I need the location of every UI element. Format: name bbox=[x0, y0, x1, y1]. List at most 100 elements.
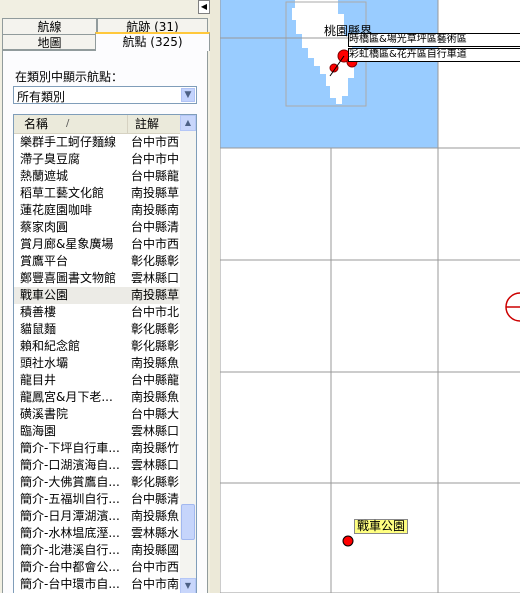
list-item[interactable]: 樂群手工蚵仔麵線 台中市西 bbox=[14, 134, 181, 151]
list-header: 名稱 / 註解 bbox=[14, 115, 181, 134]
vertical-scrollbar[interactable]: ▲ ▼ bbox=[180, 115, 196, 593]
waypoint-name: 簡介-五福圳自行... bbox=[20, 492, 120, 506]
waypoint-note: 南投縣國 bbox=[131, 543, 180, 557]
column-header-name[interactable]: 名稱 bbox=[14, 115, 128, 133]
waypoint-note: 台中縣大 bbox=[131, 407, 180, 421]
category-select[interactable]: 所有類別 ▼ bbox=[13, 86, 197, 104]
waypoint-note: 彰化縣彰 bbox=[131, 475, 180, 489]
map-canvas[interactable] bbox=[220, 0, 520, 593]
selected-waypoint-label: 戰車公園 bbox=[354, 519, 409, 534]
waypoint-name: 簡介-台中環市自... bbox=[20, 577, 120, 591]
waypoint-note: 彰化縣彰 bbox=[131, 339, 180, 353]
waypoint-name: 賴和紀念館 bbox=[20, 339, 81, 353]
list-item[interactable]: 賴和紀念館 彰化縣彰 bbox=[14, 338, 181, 355]
list-item[interactable]: 賞月廊&星象廣場 台中市西 bbox=[14, 236, 181, 253]
list-item[interactable]: 龍鳳宮&月下老... 南投縣魚 bbox=[14, 389, 181, 406]
waypoint-name: 戰車公園 bbox=[20, 288, 69, 302]
waypoint-note: 南投縣魚 bbox=[131, 390, 180, 404]
category-select-value: 所有類別 bbox=[17, 90, 66, 104]
list-rows: 樂群手工蚵仔麵線 台中市西 滯子臭豆腐 台中市中 熱蘭遮城 台中縣龍 稻草工藝文化館 南投縣草… bbox=[14, 134, 181, 593]
list-item[interactable]: 簡介-大佛賞鷹自... 彰化縣彰 bbox=[14, 474, 181, 491]
waypoint-name: 磺溪書院 bbox=[20, 407, 69, 421]
tab-map[interactable]: 地圖 bbox=[2, 34, 97, 50]
list-item[interactable]: 賞鷹平台 彰化縣彰 bbox=[14, 253, 181, 270]
map-view[interactable]: 桃園縣界 時橋區&場光草坪區藝術區 彩虹橋區&花卉區自行車道 戰車公園 #125… bbox=[220, 0, 520, 593]
list-item[interactable]: 簡介-日月潭湖濱... 南投縣魚 bbox=[14, 508, 181, 525]
list-item[interactable]: 簡介-台中環市自... 台中市南 bbox=[14, 576, 181, 593]
list-item[interactable]: 戰車公園 南投縣草 bbox=[14, 287, 181, 304]
left-panel: ◀ 航線 航跡 (31) 地圖 航點 (325) 在類別中顯示航點： 所有類別 … bbox=[0, 0, 210, 593]
column-header-note[interactable]: 註解 bbox=[129, 115, 181, 133]
waypoint-note: 雲林縣水 bbox=[131, 526, 180, 540]
waypoint-name: 簡介-台中都會公... bbox=[20, 560, 120, 574]
waypoint-name: 熱蘭遮城 bbox=[20, 169, 69, 183]
sort-indicator-icon: / bbox=[66, 118, 70, 129]
waypoint-note: 台中市中 bbox=[131, 152, 180, 166]
waypoint-note: 台中市西 bbox=[131, 135, 180, 149]
waypoint-name: 簡介-北港溪自行... bbox=[20, 543, 120, 557]
list-item[interactable]: 龍目井 台中縣龍 bbox=[14, 372, 181, 389]
list-item[interactable]: 滯子臭豆腐 台中市中 bbox=[14, 151, 181, 168]
waypoint-name: 頭社水壩 bbox=[20, 356, 69, 370]
list-item[interactable]: 簡介-北港溪自行... 南投縣國 bbox=[14, 542, 181, 559]
waypoint-note: 南投縣草 bbox=[131, 288, 180, 302]
waypoint-note: 南投縣竹 bbox=[131, 441, 180, 455]
list-item[interactable]: 鄭豐喜圖書文物館 雲林縣口 bbox=[14, 270, 181, 287]
waypoint-name: 簡介-日月潭湖濱... bbox=[20, 509, 120, 523]
scroll-down-icon[interactable]: ▼ bbox=[180, 578, 196, 593]
waypoint-name: 貓鼠麵 bbox=[20, 322, 57, 336]
waypoint-label: 時橋區&場光草坪區藝術區 bbox=[348, 33, 520, 47]
tab-routes[interactable]: 航線 bbox=[2, 18, 97, 34]
waypoint-name: 賞鷹平台 bbox=[20, 254, 69, 268]
list-item[interactable]: 積善樓 台中市北 bbox=[14, 304, 181, 321]
selected-waypoint-marker[interactable] bbox=[342, 535, 354, 547]
collapse-panel-button[interactable]: ◀ bbox=[198, 0, 210, 14]
chevron-down-icon[interactable]: ▼ bbox=[181, 88, 195, 102]
waypoint-note: 台中縣龍 bbox=[131, 169, 180, 183]
list-item[interactable]: 蓮花庭園咖啡 南投縣南 bbox=[14, 202, 181, 219]
list-item[interactable]: 磺溪書院 台中縣大 bbox=[14, 406, 181, 423]
waypoint-name: 積善樓 bbox=[20, 305, 57, 319]
list-item[interactable]: 簡介-下坪自行車... 南投縣竹 bbox=[14, 440, 181, 457]
list-item[interactable]: 臨海園 雲林縣口 bbox=[14, 423, 181, 440]
waypoint-list: 名稱 / 註解 樂群手工蚵仔麵線 台中市西 滯子臭豆腐 台中市中 熱蘭遮城 台中縣龍 稻草工… bbox=[13, 114, 197, 593]
waypoint-note: 南投縣南 bbox=[131, 203, 180, 217]
waypoint-name: 蓮花庭園咖啡 bbox=[20, 203, 93, 217]
waypoint-note: 南投縣草 bbox=[131, 186, 180, 200]
list-item[interactable]: 簡介-台中都會公... 台中市西 bbox=[14, 559, 181, 576]
list-item[interactable]: 熱蘭遮城 台中縣龍 bbox=[14, 168, 181, 185]
scroll-up-icon[interactable]: ▲ bbox=[180, 115, 196, 131]
waypoint-note: 南投縣魚 bbox=[131, 356, 180, 370]
waypoint-note: 彰化縣彰 bbox=[131, 322, 180, 336]
tab-waypoints[interactable]: 航點 (325) bbox=[95, 32, 210, 51]
waypoint-name: 稻草工藝文化館 bbox=[20, 186, 105, 200]
waypoint-name: 龍鳳宮&月下老... bbox=[20, 390, 113, 404]
list-item[interactable]: 稻草工藝文化館 南投縣草 bbox=[14, 185, 181, 202]
list-item[interactable]: 貓鼠麵 彰化縣彰 bbox=[14, 321, 181, 338]
waypoint-name: 簡介-下坪自行車... bbox=[20, 441, 120, 455]
waypoint-note: 雲林縣口 bbox=[131, 458, 180, 472]
waypoint-name: 簡介-大佛賞鷹自... bbox=[20, 475, 120, 489]
list-item[interactable]: 簡介-水林塭底溼... 雲林縣水 bbox=[14, 525, 181, 542]
waypoint-note: 彰化縣彰 bbox=[131, 254, 180, 268]
waypoint-note: 台中縣清 bbox=[131, 492, 180, 506]
list-item[interactable]: 頭社水壩 南投縣魚 bbox=[14, 355, 181, 372]
list-item[interactable]: 簡介-口湖濱海自... 雲林縣口 bbox=[14, 457, 181, 474]
list-item[interactable]: 蔡家肉圓 台中縣清 bbox=[14, 219, 181, 236]
list-item[interactable]: 簡介-五福圳自行... 台中縣清 bbox=[14, 491, 181, 508]
waypoint-note: 台中市南 bbox=[131, 577, 180, 591]
waypoint-name: 臨海園 bbox=[20, 424, 57, 438]
waypoint-note: 台中市西 bbox=[131, 237, 180, 251]
waypoint-note: 南投縣魚 bbox=[131, 509, 180, 523]
waypoint-note: 台中市西 bbox=[131, 560, 180, 574]
waypoint-name: 樂群手工蚵仔麵線 bbox=[20, 135, 117, 149]
panel-splitter[interactable] bbox=[210, 0, 220, 593]
waypoint-note: 雲林縣口 bbox=[131, 424, 180, 438]
scrollbar-thumb[interactable] bbox=[181, 504, 195, 540]
waypoint-name: 簡介-口湖濱海自... bbox=[20, 458, 120, 472]
waypoint-name: 滯子臭豆腐 bbox=[20, 152, 81, 166]
waypoint-name: 鄭豐喜圖書文物館 bbox=[20, 271, 117, 285]
waypoint-name: 蔡家肉圓 bbox=[20, 220, 69, 234]
waypoint-note: 雲林縣口 bbox=[131, 271, 180, 285]
waypoint-name: 賞月廊&星象廣場 bbox=[20, 237, 114, 251]
